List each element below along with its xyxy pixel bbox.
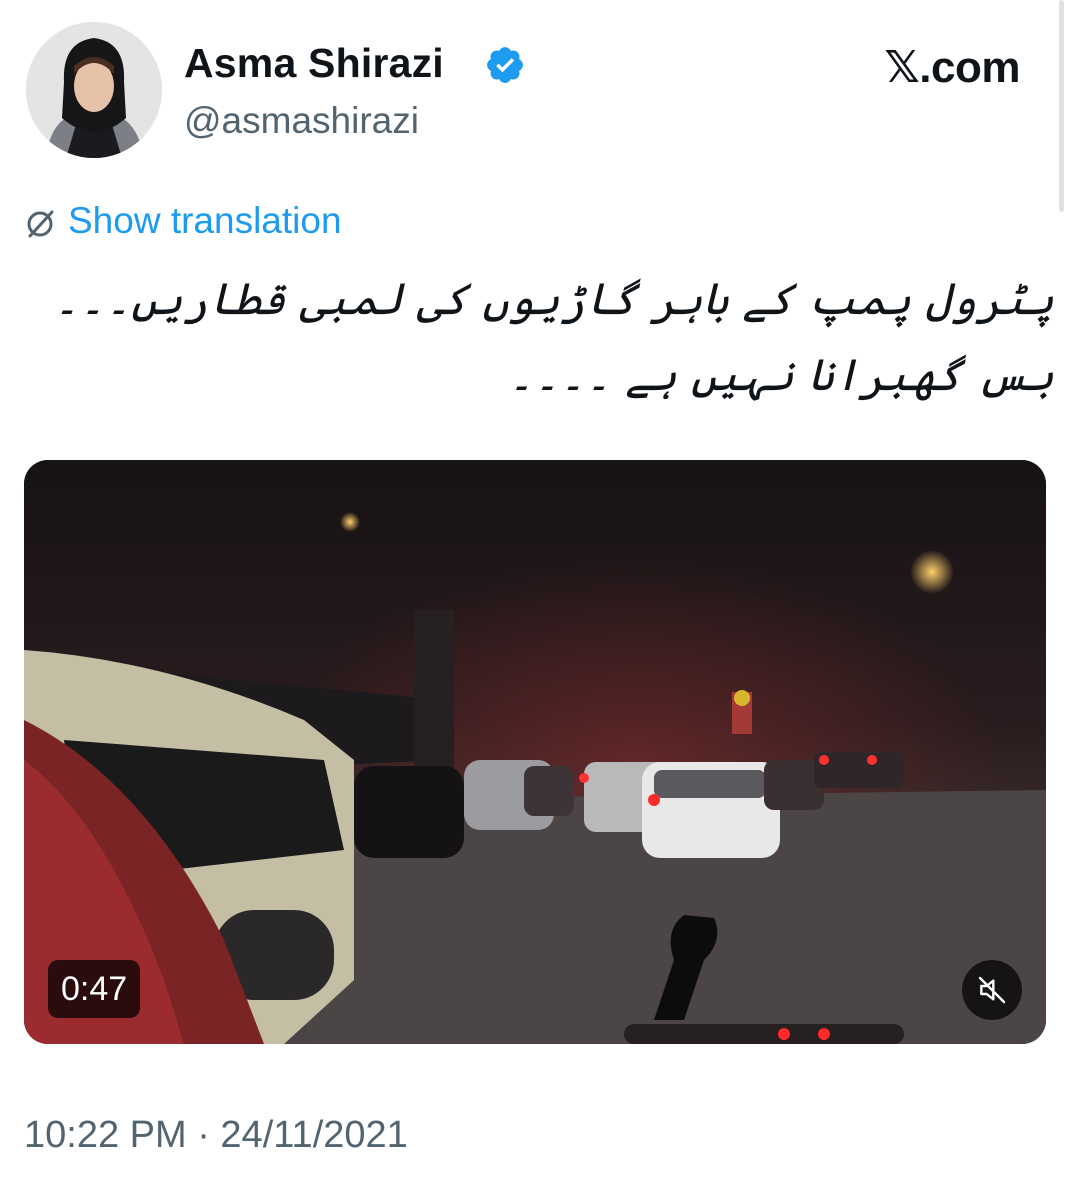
tweet-timestamp[interactable]: 10:22 PM · 24/11/2021 — [24, 1114, 408, 1157]
speaker-muted-icon — [978, 976, 1006, 1004]
verified-badge-icon — [487, 47, 523, 83]
scrollbar[interactable] — [1059, 0, 1064, 212]
show-translation-link[interactable]: Show translation — [68, 200, 342, 242]
display-name[interactable]: Asma Shirazi — [184, 40, 444, 87]
video-frame — [24, 460, 1046, 1044]
tweet-text: پٹرول پمپ کے باہر گاڑیوں کی لمبی قطاریں۔… — [53, 274, 1054, 401]
avatar[interactable] — [26, 22, 162, 158]
mute-button[interactable] — [962, 960, 1022, 1020]
translate-icon — [27, 210, 54, 238]
author-handle[interactable]: @asmashirazi — [184, 100, 419, 142]
video-player[interactable] — [24, 460, 1046, 1044]
video-duration: 0:47 — [48, 960, 141, 1018]
x-brand-logo: 𝕏.com — [884, 43, 1020, 92]
